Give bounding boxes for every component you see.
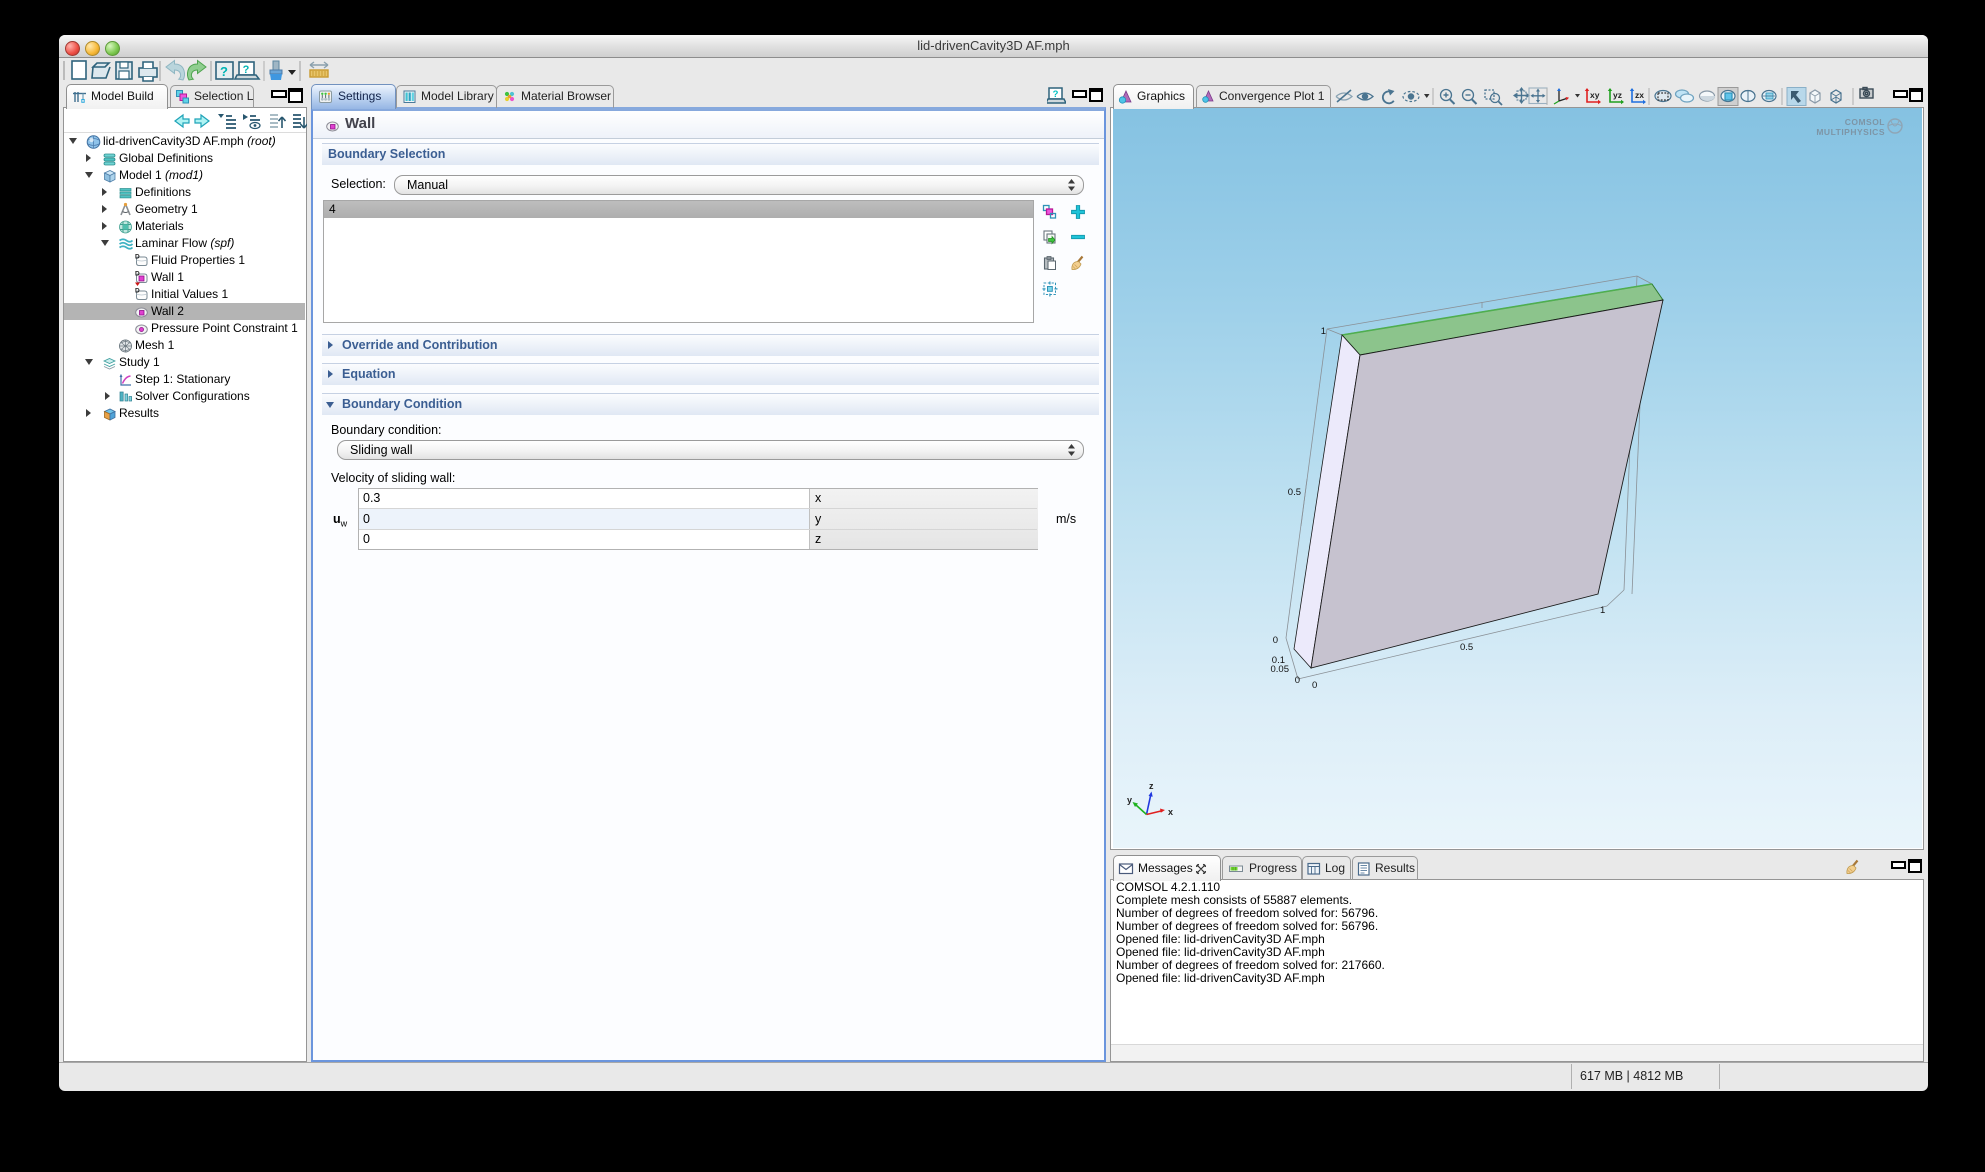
svg-text:xy: xy [1590,90,1600,100]
svg-text:?: ? [220,64,228,79]
svg-text:1: 1 [1600,605,1605,616]
svg-text:y: y [1127,795,1132,805]
svg-text:1: 1 [1321,326,1326,337]
svg-text:0: 0 [1295,675,1300,686]
svg-text:0.5: 0.5 [1460,642,1473,653]
svg-text:0.05: 0.05 [1271,664,1290,675]
svg-text:MULTIPHYSICS: MULTIPHYSICS [1816,127,1885,137]
svg-text:COMSOL: COMSOL [1845,117,1885,127]
svg-text:0: 0 [1312,680,1317,691]
svg-text:?: ? [1053,89,1059,100]
svg-text:0.5: 0.5 [1288,487,1301,498]
svg-text:yz: yz [1613,90,1622,100]
svg-text:x: x [1168,807,1173,817]
svg-text:?: ? [243,64,250,76]
svg-text:zx: zx [1635,90,1644,100]
svg-text:z: z [1149,781,1154,791]
svg-text:0: 0 [1273,635,1278,646]
